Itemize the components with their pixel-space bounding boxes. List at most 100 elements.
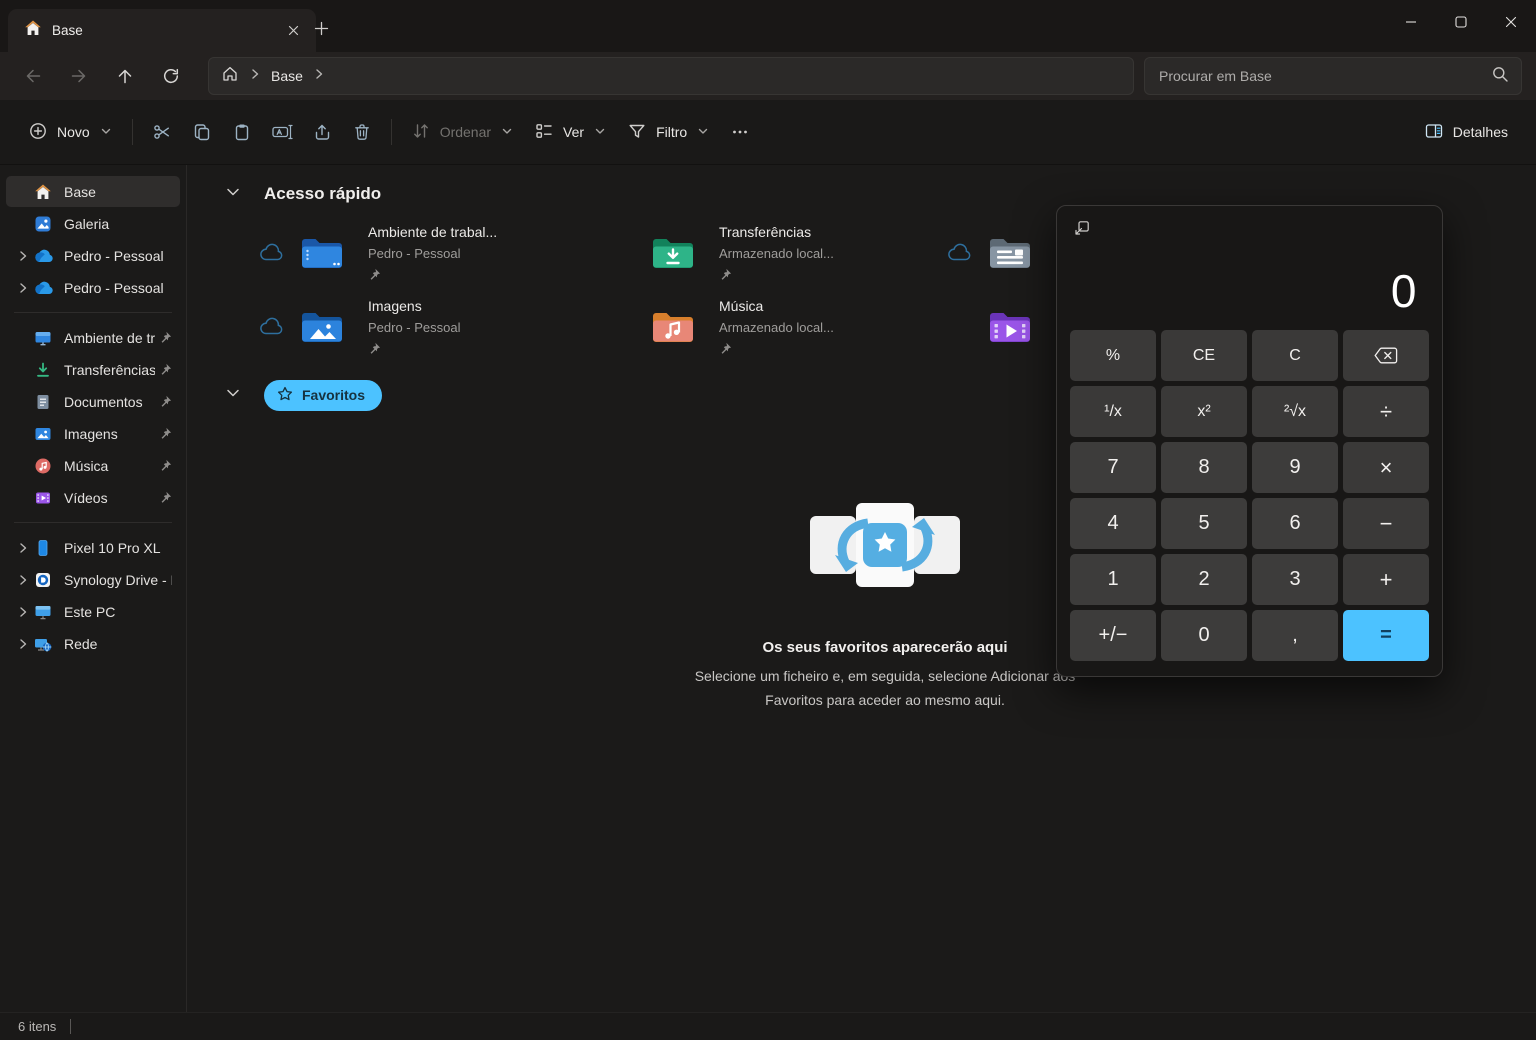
calc-button-one[interactable]: 1 [1070,554,1156,605]
calc-button-five[interactable]: 5 [1161,498,1247,549]
calc-button-backspace[interactable] [1343,330,1429,381]
calc-button-decimal[interactable]: , [1252,610,1338,661]
paste-button[interactable] [222,113,262,151]
calc-button-four[interactable]: 4 [1070,498,1156,549]
calc-button-clear-entry[interactable]: CE [1161,330,1247,381]
calculator-keypad: % CE C ¹/x x² ²√x ÷ 7 8 9 × 4 5 6− 1 2 3 + +/− 0, = [1070,330,1429,661]
sort-button[interactable]: Ordenar [401,113,524,151]
chevron-right-icon[interactable] [12,249,34,263]
calc-button-equals[interactable]: = [1343,610,1429,661]
section-title: Acesso rápido [264,184,382,203]
details-button[interactable]: Detalhes [1414,113,1518,151]
sidebar-divider [14,312,172,313]
calc-button-percent[interactable]: % [1070,330,1156,381]
minimize-button[interactable] [1386,0,1436,44]
sidebar-item-onedrive-pedro-2[interactable]: Pedro - Pessoal [6,272,180,303]
chevron-right-icon[interactable] [12,541,34,555]
sidebar-item-rede[interactable]: Rede [6,628,180,659]
back-button[interactable] [10,58,56,94]
breadcrumb-location[interactable]: Base [271,68,303,84]
calc-button-seven[interactable]: 7 [1070,442,1156,493]
search-input[interactable] [1157,67,1491,85]
calc-button-square-root[interactable]: ²√x [1252,386,1338,437]
sidebar-item-este-pc[interactable]: Este PC [6,596,180,627]
chevron-right-icon[interactable] [12,605,34,619]
calc-button-reciprocal[interactable]: ¹/x [1070,386,1156,437]
explorer-tab[interactable]: Base [8,9,316,52]
close-button[interactable] [1486,0,1536,44]
sidebar-item-galeria[interactable]: Galeria [6,208,180,239]
new-button[interactable]: Novo [18,113,123,151]
chevron-right-icon[interactable] [12,637,34,651]
toolbar-divider [390,119,392,145]
sidebar-item-onedrive-pedro-1[interactable]: Pedro - Pessoal [6,240,180,271]
new-tab-button[interactable] [308,15,334,41]
chevron-right-icon[interactable] [12,281,34,295]
sidebar-item-base[interactable]: Base [6,176,180,207]
calc-button-clear[interactable]: C [1252,330,1338,381]
breadcrumb[interactable]: Base [208,57,1134,95]
calc-button-multiply[interactable]: × [1343,442,1429,493]
calc-button-six[interactable]: 6 [1252,498,1338,549]
sidebar-item-documentos[interactable]: Documentos [6,386,180,417]
up-button[interactable] [102,58,148,94]
view-button[interactable]: Ver [524,113,617,151]
sidebar-item-musica[interactable]: Música [6,450,180,481]
home-icon[interactable] [221,65,239,88]
forward-button[interactable] [56,58,102,94]
quick-access-tile-ambiente-de-trabalho[interactable]: Ambiente de trabal... Pedro - Pessoal [259,215,651,289]
sidebar-item-imagens[interactable]: Imagens [6,418,180,449]
always-on-top-icon[interactable] [1070,216,1094,240]
pin-icon [159,459,172,472]
quick-access-tile-musica[interactable]: Música Armazenado local... [651,289,947,363]
quick-access-tile-transferencias[interactable]: Transferências Armazenado local... [651,215,947,289]
calc-button-divide[interactable]: ÷ [1343,386,1429,437]
pin-icon [159,363,172,376]
onedrive-icon [34,281,54,295]
calc-button-plus[interactable]: + [1343,554,1429,605]
calc-button-three[interactable]: 3 [1252,554,1338,605]
cut-button[interactable] [142,113,182,151]
phone-icon [34,539,54,557]
sidebar-item-pixel-10-pro-xl[interactable]: Pixel 10 Pro XL [6,532,180,563]
calc-button-negate[interactable]: +/− [1070,610,1156,661]
calc-button-nine[interactable]: 9 [1252,442,1338,493]
status-bar: 6 itens [0,1012,1536,1040]
plus-circle-icon [28,121,48,144]
chevron-down-icon[interactable] [225,385,241,406]
folder-music-icon [651,307,695,345]
tab-close-icon[interactable] [280,18,306,44]
pin-icon [368,268,497,281]
calc-button-minus[interactable]: − [1343,498,1429,549]
calc-button-square[interactable]: x² [1161,386,1247,437]
sidebar-item-synology-drive[interactable]: Synology Drive - Fic [6,564,180,595]
music-icon [34,457,54,475]
chevron-right-icon[interactable] [12,573,34,587]
search-icon[interactable] [1491,65,1509,88]
rename-button[interactable] [262,113,302,151]
delete-button[interactable] [342,113,382,151]
cloud-status-icon [259,317,285,336]
empty-state-text: Selecione um ficheiro e, em seguida, sel… [694,668,1076,708]
quick-access-tile-imagens[interactable]: Imagens Pedro - Pessoal [259,289,651,363]
command-toolbar: Novo Ordenar Ver Filtro Detalhes [0,100,1536,165]
favorites-button[interactable]: Favoritos [264,379,383,411]
calc-button-two[interactable]: 2 [1161,554,1247,605]
document-icon [34,393,54,411]
chevron-down-icon[interactable] [225,184,241,205]
sidebar-item-videos[interactable]: Vídeos [6,482,180,513]
more-options-button[interactable] [720,113,760,151]
empty-state-title: Os seus favoritos aparecerão aqui [762,639,1008,656]
pin-icon [159,395,172,408]
calculator-display: 0 [1390,265,1417,317]
maximize-button[interactable] [1436,0,1486,44]
refresh-button[interactable] [148,58,194,94]
copy-button[interactable] [182,113,222,151]
share-button[interactable] [302,113,342,151]
sidebar-item-transferencias[interactable]: Transferências [6,354,180,385]
sidebar-item-ambiente-de-trabalho[interactable]: Ambiente de trab [6,322,180,353]
calc-button-eight[interactable]: 8 [1161,442,1247,493]
calc-button-zero[interactable]: 0 [1161,610,1247,661]
filter-button[interactable]: Filtro [617,113,720,151]
titlebar: Base [0,0,1536,52]
